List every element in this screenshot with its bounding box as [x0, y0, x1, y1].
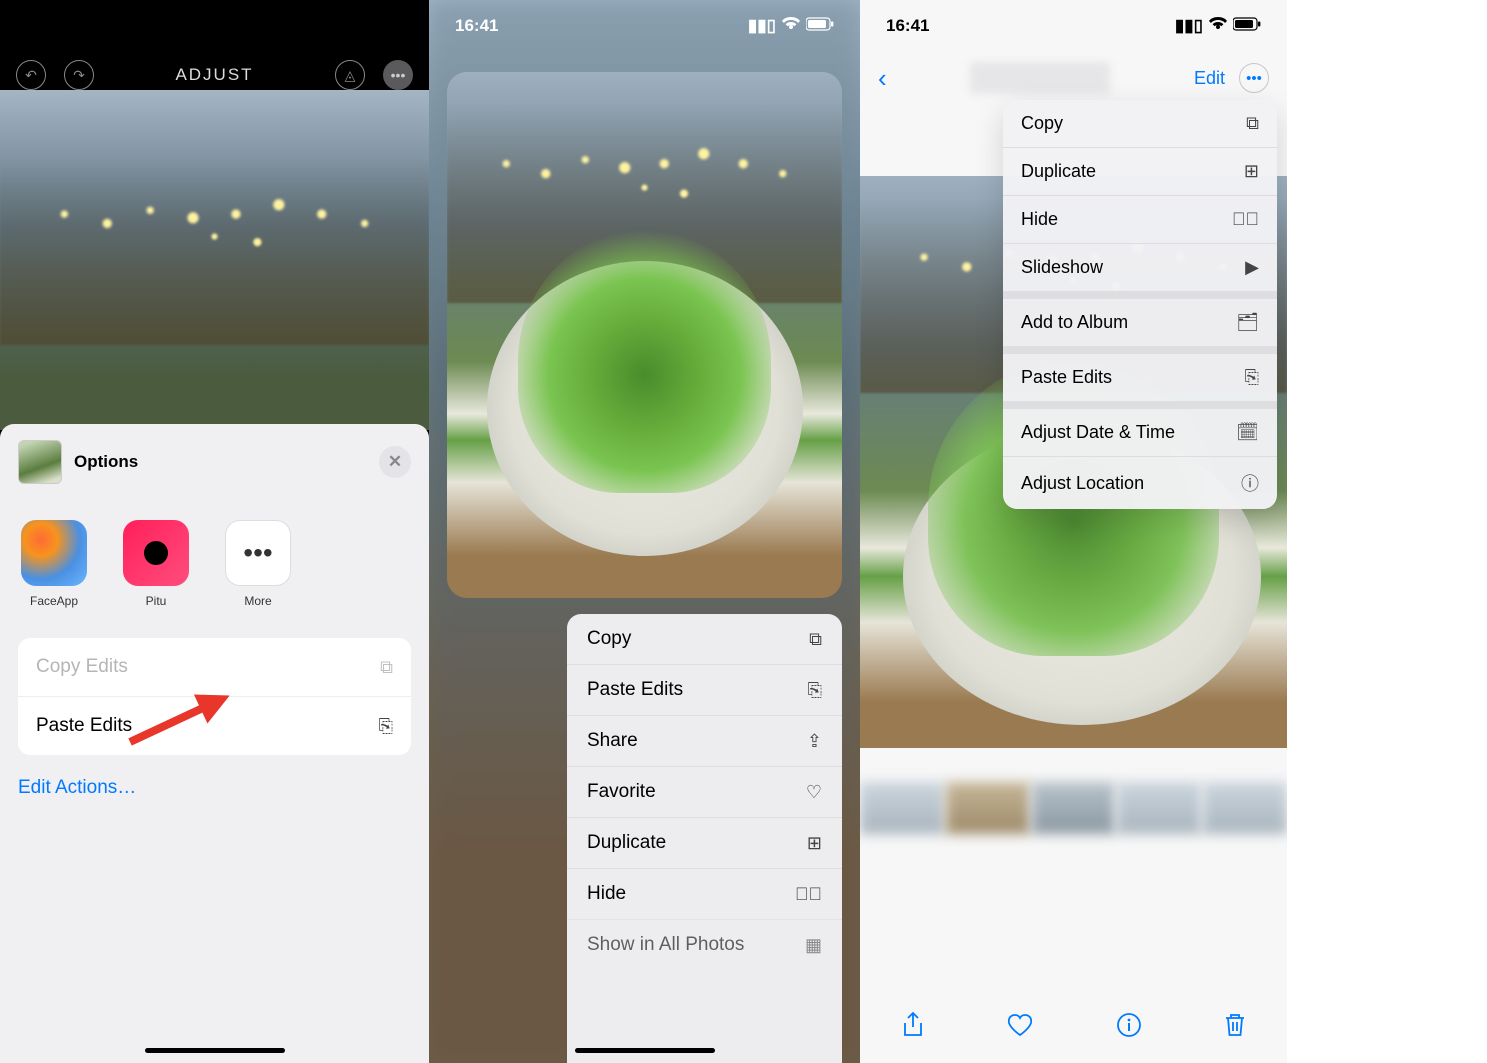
- close-icon[interactable]: ✕: [379, 446, 411, 478]
- share-apps-row: FaceApp Pitu ••• More: [0, 496, 429, 632]
- sheet-title: Options: [74, 452, 138, 472]
- status-time: 16:41: [455, 16, 498, 36]
- wifi-icon: [1209, 16, 1227, 36]
- hide-icon: 👁⃠: [795, 884, 822, 905]
- share-app-more[interactable]: ••• More: [222, 520, 294, 608]
- popup-duplicate[interactable]: Duplicate ⊞: [1003, 147, 1277, 195]
- copy-icon: ⧉: [1246, 113, 1259, 134]
- menu-duplicate[interactable]: Duplicate ⊞: [567, 817, 842, 868]
- menu-hide[interactable]: Hide 👁⃠: [567, 868, 842, 919]
- location-icon: ⓘ: [1241, 470, 1259, 496]
- status-bar: 16:41 ▮▮▯: [860, 16, 1287, 36]
- more-icon[interactable]: •••: [383, 60, 413, 90]
- battery-icon: [806, 16, 834, 36]
- status-bar: 16:41 ▮▮▯: [429, 16, 860, 36]
- menu-favorite[interactable]: Favorite ♡: [567, 766, 842, 817]
- menu-separator: [1003, 401, 1277, 409]
- calendar-icon: 🗓: [1236, 422, 1259, 443]
- undo-icon[interactable]: ↶: [16, 60, 46, 90]
- back-chevron-icon[interactable]: ‹: [878, 63, 887, 94]
- menu-share[interactable]: Share ⇪: [567, 715, 842, 766]
- paste-edits-icon: ⎘: [379, 716, 393, 737]
- popup-paste-edits[interactable]: Paste Edits ⎘: [1003, 354, 1277, 401]
- edits-action-list: Copy Edits ⧉ Paste Edits ⎘: [18, 638, 411, 755]
- paste-edits-icon: ⎘: [808, 680, 822, 701]
- share-app-faceapp[interactable]: FaceApp: [18, 520, 90, 608]
- more-popup-menu: Copy ⧉ Duplicate ⊞ Hide 👁⃠ Slideshow ▶ A…: [1003, 100, 1277, 509]
- share-app-pitu[interactable]: Pitu: [120, 520, 192, 608]
- pitu-icon: [123, 520, 189, 586]
- play-icon: ▶: [1245, 257, 1259, 278]
- copy-edits-button: Copy Edits ⧉: [18, 638, 411, 696]
- home-indicator[interactable]: [145, 1048, 285, 1053]
- edit-link[interactable]: Edit: [1194, 68, 1225, 89]
- album-icon: 🗂: [1236, 312, 1259, 333]
- context-menu: Copy ⧉ Paste Edits ⎘ Share ⇪ Favorite ♡ …: [567, 614, 842, 1063]
- status-time: 16:41: [886, 16, 929, 36]
- photo-preview: [0, 90, 429, 430]
- menu-show-all[interactable]: Show in All Photos ▦: [567, 919, 842, 960]
- popup-hide[interactable]: Hide 👁⃠: [1003, 195, 1277, 243]
- edit-screen-panel: ↶ ↷ ADJUST ◬ ••• Options ✕ FaceApp P: [0, 0, 429, 1063]
- edit-actions-link[interactable]: Edit Actions…: [0, 755, 429, 821]
- edit-mode-title: ADJUST: [94, 65, 335, 85]
- popup-add-album[interactable]: Add to Album 🗂: [1003, 299, 1277, 346]
- duplicate-icon: ⊞: [807, 833, 822, 854]
- wifi-icon: [782, 16, 800, 36]
- menu-copy[interactable]: Copy ⧉: [567, 614, 842, 664]
- menu-paste-edits[interactable]: Paste Edits ⎘: [567, 664, 842, 715]
- share-icon: ⇪: [807, 731, 822, 752]
- nav-title-redacted: [970, 62, 1110, 94]
- home-indicator[interactable]: [575, 1048, 715, 1053]
- signal-icon: ▮▮▯: [1175, 16, 1203, 36]
- copy-icon: ⧉: [809, 629, 822, 650]
- photo-card[interactable]: [447, 72, 842, 598]
- popup-adjust-location[interactable]: Adjust Location ⓘ: [1003, 456, 1277, 509]
- paste-edits-button[interactable]: Paste Edits ⎘: [18, 696, 411, 755]
- popup-slideshow[interactable]: Slideshow ▶: [1003, 243, 1277, 291]
- photo-toolbar: [860, 993, 1287, 1063]
- redo-icon[interactable]: ↷: [64, 60, 94, 90]
- grid-icon: ▦: [805, 935, 822, 956]
- duplicate-icon: ⊞: [1244, 161, 1259, 182]
- more-icon[interactable]: •••: [1239, 63, 1269, 93]
- options-sheet: Options ✕ FaceApp Pitu ••• More Copy Edi…: [0, 424, 429, 1063]
- menu-separator: [1003, 346, 1277, 354]
- share-icon[interactable]: [901, 1011, 925, 1046]
- photo-scrubber[interactable]: [860, 782, 1287, 834]
- trash-icon[interactable]: [1224, 1012, 1246, 1045]
- more-apps-icon: •••: [225, 520, 291, 586]
- longpress-screen-panel: 16:41 ▮▮▯ Copy ⧉ Paste Edits ⎘ Share ⇪: [429, 0, 860, 1063]
- signal-icon: ▮▮▯: [748, 16, 776, 36]
- copy-edits-icon: ⧉: [380, 657, 393, 678]
- photo-nav-bar: ‹ Edit •••: [860, 56, 1287, 100]
- info-icon[interactable]: [1116, 1012, 1142, 1045]
- paste-edits-icon: ⎘: [1245, 367, 1259, 388]
- faceapp-icon: [21, 520, 87, 586]
- popup-copy[interactable]: Copy ⧉: [1003, 100, 1277, 147]
- battery-icon: [1233, 16, 1261, 36]
- menu-separator: [1003, 291, 1277, 299]
- heart-icon: ♡: [806, 782, 822, 803]
- popup-adjust-date[interactable]: Adjust Date & Time 🗓: [1003, 409, 1277, 456]
- markup-icon[interactable]: ◬: [335, 60, 365, 90]
- photo-thumbnail: [18, 440, 62, 484]
- heart-icon[interactable]: [1007, 1013, 1033, 1044]
- hide-icon: 👁⃠: [1232, 209, 1259, 230]
- photo-detail-panel: 16:41 ▮▮▯ ‹ Edit •••: [860, 0, 1287, 1063]
